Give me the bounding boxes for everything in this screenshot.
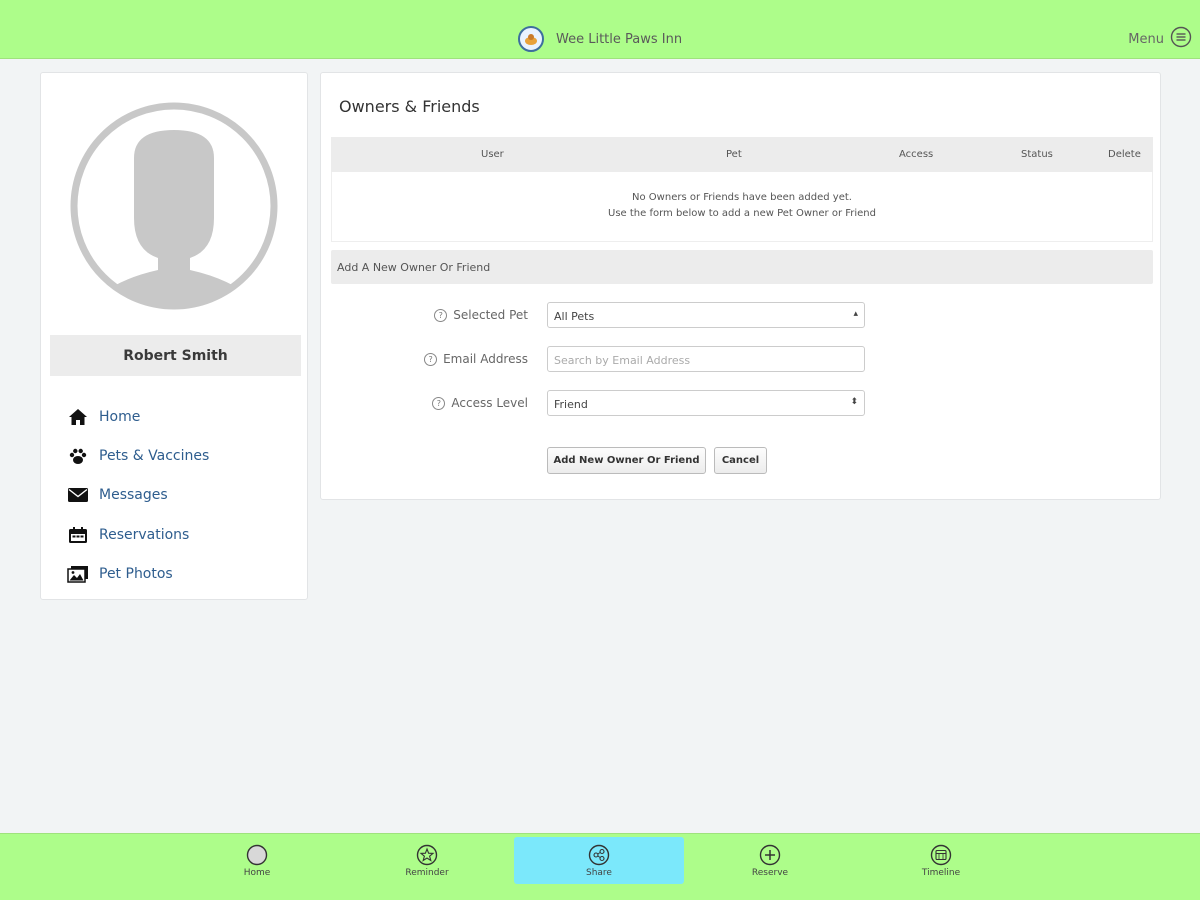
user-name: Robert Smith [50, 335, 301, 376]
access-label-group: ? Access Level [432, 396, 528, 410]
column-header-access: Access [899, 149, 934, 160]
cancel-button[interactable]: Cancel [714, 447, 767, 474]
top-bar: Wee Little Paws Inn Menu [0, 0, 1200, 59]
email-field[interactable]: Search by Email Address [547, 346, 865, 372]
help-icon[interactable]: ? [434, 308, 448, 322]
envelope-icon [67, 484, 89, 506]
calendar-icon [67, 524, 89, 546]
tab-reserve[interactable]: Reserve [685, 837, 855, 884]
share-icon [588, 844, 610, 866]
empty-table-message: No Owners or Friends have been added yet… [331, 172, 1153, 242]
circle-icon [246, 844, 268, 866]
email-label-group: ? Email Address [424, 352, 528, 366]
page-title: Owners & Friends [339, 97, 480, 116]
tab-label: Reminder [405, 868, 449, 878]
column-header-pet: Pet [726, 149, 742, 160]
app-title: Wee Little Paws Inn [556, 31, 683, 47]
tab-label: Timeline [921, 868, 961, 878]
column-header-user: User [481, 149, 504, 160]
brand[interactable]: Wee Little Paws Inn [518, 26, 682, 52]
tab-label: Share [586, 868, 612, 878]
email-label: Email Address [443, 352, 528, 366]
sidebar-nav: Home Pets & Vaccines Messages Reservatio… [67, 397, 209, 593]
access-level-row: ? Access Level Friend ⬍ [321, 390, 1162, 418]
email-placeholder: Search by Email Address [554, 354, 691, 367]
sidebar-item-pets-vaccines[interactable]: Pets & Vaccines [67, 436, 209, 475]
tab-reminder[interactable]: Reminder [342, 837, 512, 884]
table-header: User Pet Access Status Delete [331, 137, 1153, 172]
help-icon[interactable]: ? [424, 352, 438, 366]
plus-icon [759, 844, 781, 866]
column-header-delete: Delete [1108, 149, 1141, 160]
sidebar-item-label: Pets & Vaccines [99, 447, 210, 464]
selected-pet-row: ? Selected Pet All Pets ▴ [321, 302, 1162, 330]
selected-pet-label: Selected Pet [453, 308, 528, 322]
tab-timeline[interactable]: Timeline [856, 837, 1026, 884]
tab-share[interactable]: Share [514, 837, 684, 884]
owners-friends-card: Owners & Friends User Pet Access Status … [320, 72, 1161, 500]
photos-icon [67, 563, 89, 585]
sidebar-item-label: Home [99, 408, 141, 425]
sidebar-item-messages[interactable]: Messages [67, 476, 209, 515]
help-icon[interactable]: ? [432, 396, 446, 410]
hamburger-icon [1170, 26, 1192, 52]
timeline-icon [930, 844, 952, 866]
access-level-label: Access Level [451, 396, 528, 410]
sidebar-item-label: Reservations [99, 526, 190, 543]
sidebar-item-label: Pet Photos [99, 565, 173, 582]
menu-label: Menu [1128, 31, 1164, 47]
empty-message-line: No Owners or Friends have been added yet… [632, 192, 852, 203]
select-caret-icon: ▴ [853, 309, 858, 319]
profile-sidebar: Robert Smith Home Pets & Vaccines Messag… [40, 72, 308, 600]
add-owner-button[interactable]: Add New Owner Or Friend [547, 447, 706, 474]
empty-message-hint: Use the form below to add a new Pet Owne… [608, 208, 876, 219]
home-icon [67, 406, 89, 428]
access-level-select[interactable]: Friend ⬍ [547, 390, 865, 416]
sidebar-item-home[interactable]: Home [67, 397, 209, 436]
selected-pet-label-group: ? Selected Pet [434, 308, 528, 322]
sidebar-item-pet-photos[interactable]: Pet Photos [67, 554, 209, 593]
form-heading: Add A New Owner Or Friend [331, 250, 1153, 284]
selected-pet-value: All Pets [554, 310, 595, 323]
paw-icon [67, 445, 89, 467]
menu-button[interactable]: Menu [1128, 26, 1192, 52]
star-icon [416, 844, 438, 866]
avatar[interactable] [68, 100, 280, 312]
sidebar-item-label: Messages [99, 487, 168, 504]
sidebar-item-reservations[interactable]: Reservations [67, 515, 209, 554]
tab-label: Reserve [751, 868, 789, 878]
email-row: ? Email Address Search by Email Address [321, 346, 1162, 374]
tab-label: Home [243, 868, 271, 878]
access-level-value: Friend [554, 398, 588, 411]
column-header-status: Status [1021, 149, 1053, 160]
tab-home[interactable]: Home [172, 837, 342, 884]
selected-pet-select[interactable]: All Pets ▴ [547, 302, 865, 328]
logo-icon [518, 26, 544, 52]
bottom-nav: Home Reminder Share Reserve Timeline [0, 833, 1200, 900]
select-caret-icon: ⬍ [850, 397, 858, 407]
